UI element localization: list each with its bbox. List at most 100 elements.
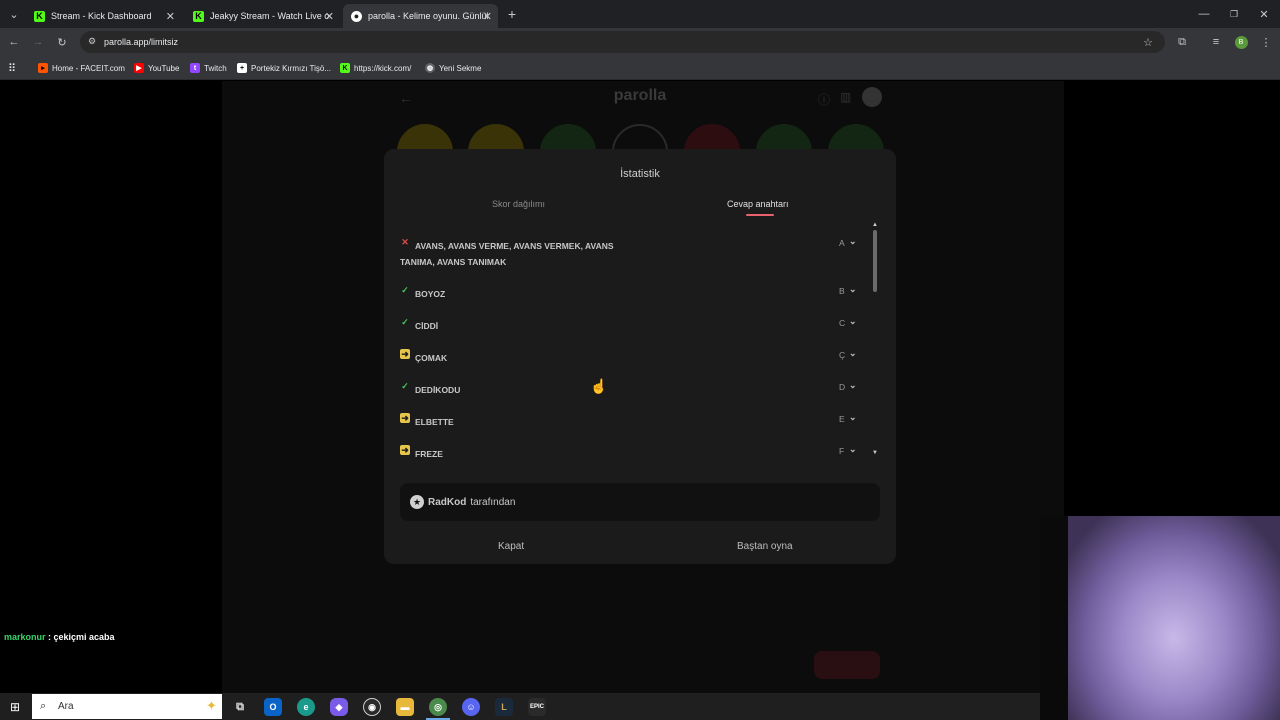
answer-key-list[interactable]: ✕ AVANS, AVANS VERME, AVANS VERMEK, AVAN… (384, 227, 874, 462)
chevron-down-icon[interactable]: ⌄ (849, 380, 857, 391)
discord-icon[interactable]: ☺ (462, 698, 480, 716)
media-control-icon[interactable]: ≡ (1208, 34, 1224, 50)
bookmark-label: Home - FACEIT.com (52, 63, 125, 73)
reload-icon[interactable]: ↻ (54, 34, 70, 50)
globe-icon: ◍ (425, 63, 435, 73)
apps-grid-icon[interactable]: ⠿ (8, 61, 16, 75)
list-item[interactable]: ✕ AVANS, AVANS VERME, AVANS VERMEK, AVAN… (400, 236, 860, 271)
bookmark-faceit[interactable]: ▸ Home - FACEIT.com (38, 61, 125, 75)
chevron-down-icon[interactable]: ⌄ (849, 348, 857, 359)
answer-letter: Ç (839, 350, 846, 360)
answer-word: ÇOMAK (415, 353, 448, 363)
windows-taskbar: ⊞ ⌕ Ara ✦ ⧉ O e ◆ ◉ ▬ ◎ ☺ L EPIC (0, 693, 1040, 720)
check-icon: ✓ (401, 316, 409, 327)
bookmark-label: https://kick.com/ (354, 63, 412, 73)
profile-avatar[interactable]: B (1233, 34, 1249, 50)
check-icon: ✓ (401, 284, 409, 295)
chevron-down-icon[interactable]: ⌄ (849, 412, 857, 423)
bookmarks-bar: ⠿ ▸ Home - FACEIT.com ▶ YouTube t Twitch… (0, 56, 1280, 80)
window-close-icon[interactable]: ✕ (1256, 6, 1272, 22)
tab-parolla[interactable]: ● parolla - Kelime oyunu. Günlük ✕ (343, 4, 498, 28)
restore-icon[interactable]: ❐ (1226, 6, 1242, 22)
obs-icon[interactable]: ◉ (363, 698, 381, 716)
tab-answer-key[interactable]: Cevap anahtarı (727, 199, 789, 209)
menu-icon[interactable]: ⋮ (1258, 34, 1274, 50)
answer-letter: B (839, 286, 845, 296)
tab-score-distribution[interactable]: Skor dağılımı (492, 199, 545, 209)
file-explorer-icon[interactable]: ▬ (396, 698, 414, 716)
answer-word: AVANS, AVANS VERME, AVANS VERMEK, AVANS … (400, 241, 614, 267)
pass-arrow-icon: ➜ (400, 412, 410, 423)
answer-letter: F (839, 446, 845, 456)
new-tab-button[interactable]: + (504, 6, 520, 22)
close-button[interactable]: Kapat (498, 541, 524, 552)
close-icon[interactable]: ✕ (483, 10, 492, 23)
chevron-down-icon[interactable]: ⌄ (849, 444, 857, 455)
bookmark-portekiz[interactable]: + Portekiz Kırmızı Tişö... (237, 61, 331, 75)
copilot-icon[interactable]: ◆ (330, 698, 348, 716)
list-item[interactable]: ➜ ELBETTE E ⌄ (400, 412, 860, 429)
chevron-down-icon[interactable]: ⌄ (849, 236, 857, 247)
scrollbar[interactable]: ▲ ▼ (871, 222, 879, 462)
task-view-icon[interactable]: ⧉ (231, 698, 249, 716)
chevron-down-icon[interactable]: ⌄ (849, 284, 857, 295)
bookmark-yeni-sekme[interactable]: ◍ Yeni Sekme (425, 61, 481, 75)
list-item[interactable]: ✓ BOYOZ B ⌄ (400, 284, 860, 301)
answer-word: CİDDİ (415, 321, 439, 331)
chat-text: : çekiçmi acaba (45, 632, 115, 642)
sparkle-icon: ✦ (206, 698, 217, 713)
webcam-feed (1068, 516, 1280, 720)
info-icon[interactable]: ⓘ (818, 91, 830, 108)
address-text: parolla.app/limitsiz (104, 37, 179, 47)
extensions-icon[interactable]: ⧉ (1174, 34, 1190, 50)
pass-arrow-icon: ➜ (400, 348, 410, 359)
kick-icon: K (340, 63, 350, 73)
list-item[interactable]: ➜ FREZE F ⌄ (400, 444, 860, 461)
chevron-down-icon[interactable]: ⌄ (849, 316, 857, 327)
list-item[interactable]: ✓ CİDDİ C ⌄ (400, 316, 860, 333)
back-icon[interactable]: ← (6, 34, 22, 50)
kick-icon: K (193, 10, 204, 22)
epic-games-icon[interactable]: EPIC (528, 698, 546, 716)
back-arrow-icon[interactable]: ← (399, 90, 413, 106)
restart-button[interactable]: Baştan oyna (737, 541, 793, 552)
close-icon[interactable]: ✕ (166, 10, 175, 23)
author-credit[interactable]: ★ RadKod tarafından (400, 483, 880, 521)
list-item[interactable]: ✓ DEDİKODU D ⌄ (400, 380, 860, 397)
author-name: RadKod (428, 496, 467, 508)
answer-letter: D (839, 382, 846, 392)
user-avatar[interactable] (862, 87, 882, 107)
bookmark-twitch[interactable]: t Twitch (190, 61, 227, 75)
windows-start-icon[interactable]: ⊞ (4, 697, 26, 717)
active-tab-indicator (746, 214, 774, 216)
scrollbar-thumb[interactable] (873, 230, 877, 292)
faceit-icon: ▸ (38, 63, 48, 73)
plus-icon: + (237, 63, 247, 73)
tab-kick-dashboard[interactable]: K Stream - Kick Dashboard ✕ (26, 4, 181, 28)
tab-search-icon[interactable]: ⌄ (6, 6, 22, 22)
bookmark-kick[interactable]: K https://kick.com/ (340, 61, 411, 75)
close-icon[interactable]: ✕ (325, 10, 334, 23)
list-item[interactable]: ➜ ÇOMAK Ç ⌄ (400, 348, 860, 365)
bookmark-youtube[interactable]: ▶ YouTube (134, 61, 179, 75)
browser-toolbar: ← → ↻ ⚙ parolla.app/limitsiz ☆ ⧉ ≡ B ⋮ (0, 28, 1280, 56)
scroll-down-icon[interactable]: ▼ (872, 450, 878, 456)
outlook-icon[interactable]: O (264, 698, 282, 716)
taskbar-search-input[interactable]: ⌕ Ara ✦ (32, 694, 222, 719)
tab-jeakyy-stream[interactable]: K Jeakyy Stream - Watch Live on ✕ (185, 4, 340, 28)
scroll-up-icon[interactable]: ▲ (872, 222, 878, 228)
address-bar[interactable]: ⚙ parolla.app/limitsiz (80, 31, 1165, 53)
forward-icon[interactable]: → (30, 34, 46, 50)
star-icon: ★ (410, 495, 424, 509)
site-info-icon[interactable]: ⚙ (88, 36, 96, 47)
tab-title: parolla - Kelime oyunu. Günlük (368, 11, 488, 21)
tab-title: Stream - Kick Dashboard (51, 11, 152, 21)
bookmark-star-icon[interactable]: ☆ (1140, 34, 1156, 50)
stats-icon[interactable]: ▥ (840, 90, 851, 104)
statistics-modal: İstatistik Skor dağılımı Cevap anahtarı … (384, 149, 896, 564)
league-icon[interactable]: L (495, 698, 513, 716)
answer-word: DEDİKODU (415, 385, 461, 395)
minimize-icon[interactable]: — (1196, 6, 1212, 22)
edge-icon[interactable]: e (297, 698, 315, 716)
chrome-icon[interactable]: ◎ (429, 698, 447, 716)
